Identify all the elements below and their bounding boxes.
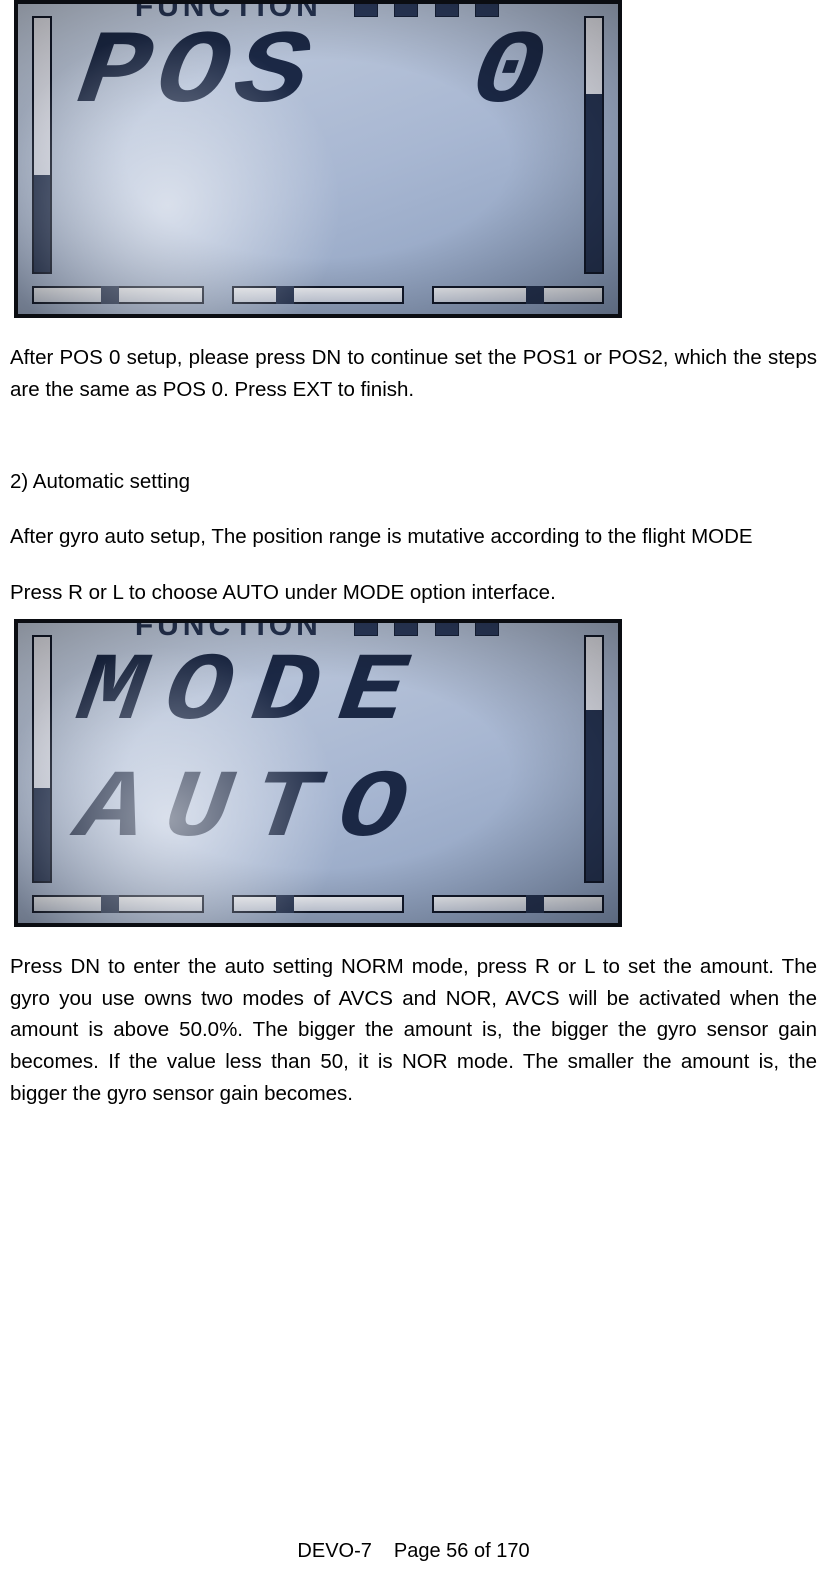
hbar-tick	[101, 895, 119, 913]
hbar	[32, 286, 204, 304]
hbar	[232, 895, 404, 913]
lcd1-row1: POS 0	[71, 24, 622, 134]
hbar	[32, 895, 204, 913]
header-box	[394, 619, 418, 636]
paragraph-norm-mode: Press DN to enter the auto setting NORM …	[10, 951, 817, 1110]
footer-model: DEVO-7	[297, 1540, 371, 1562]
manual-page: FUNCTION POS 0 52.0%	[0, 0, 827, 1577]
lcd2-bottom-bars	[32, 895, 604, 917]
lcd1-segment-area: POS 0 52.0%	[38, 24, 598, 280]
lcd-photo-2: FUNCTION MODE AUTO	[14, 619, 622, 927]
gap	[10, 406, 817, 442]
lcd1-row2: 52.0%	[71, 136, 622, 246]
header-box	[475, 619, 499, 636]
lcd2-row2: AUTO	[71, 755, 622, 865]
hbar-tick	[526, 286, 544, 304]
lcd1-bottom-bars	[32, 286, 604, 308]
paragraph-press-rl: Press R or L to choose AUTO under MODE o…	[10, 577, 817, 609]
hbar	[432, 286, 604, 304]
hbar-tick	[101, 286, 119, 304]
page-footer: DEVO-7 Page 56 of 170	[0, 1540, 827, 1563]
lcd-photo-1: FUNCTION POS 0 52.0%	[14, 0, 622, 318]
section-2-heading: 2) Automatic setting	[10, 466, 817, 498]
lcd-photo-2-wrap: FUNCTION MODE AUTO	[10, 619, 817, 927]
header-box	[354, 619, 378, 636]
hbar-tick	[276, 895, 294, 913]
hbar	[232, 286, 404, 304]
lcd2-row1: MODE	[71, 643, 622, 753]
lcd-photo-1-wrap: FUNCTION POS 0 52.0%	[10, 0, 817, 318]
footer-page: Page 56 of 170	[394, 1540, 530, 1562]
hbar-tick	[526, 895, 544, 913]
lcd2-segment-area: MODE AUTO	[38, 643, 598, 889]
header-box	[435, 619, 459, 636]
paragraph-auto-setup: After gyro auto setup, The position rang…	[10, 521, 817, 553]
hbar	[432, 895, 604, 913]
paragraph-after-pos0: After POS 0 setup, please press DN to co…	[10, 342, 817, 406]
hbar-tick	[276, 286, 294, 304]
